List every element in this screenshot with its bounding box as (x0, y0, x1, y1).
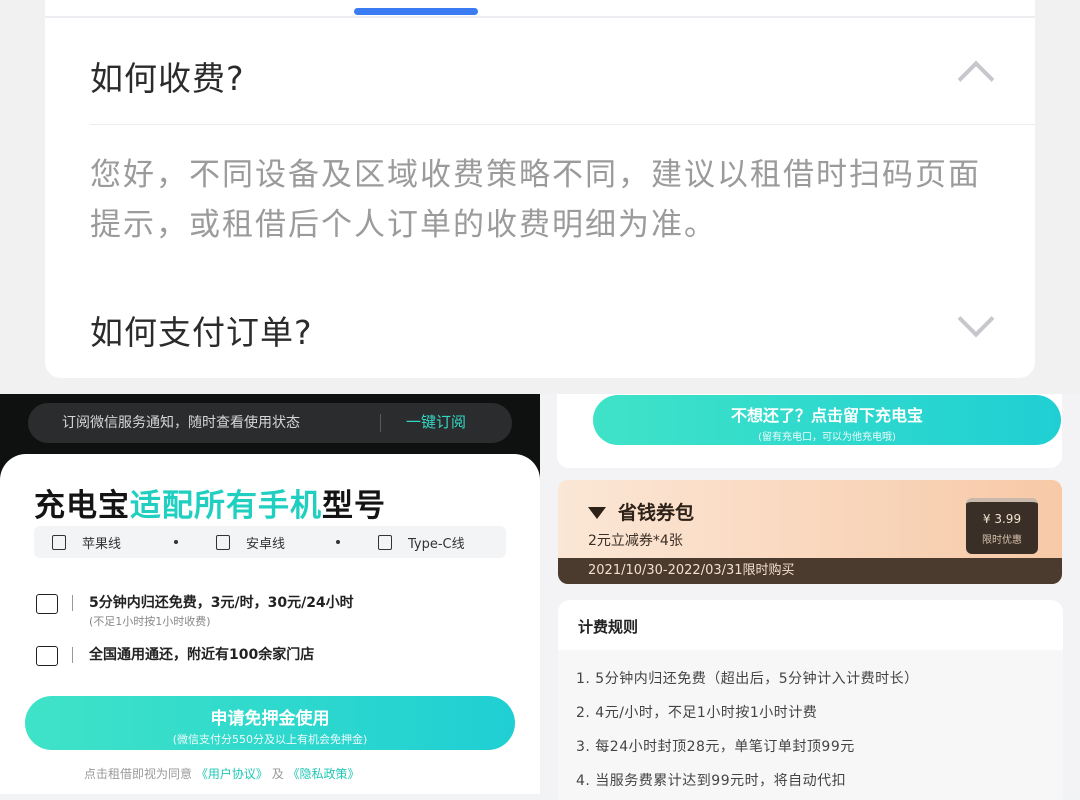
privacy-policy-link[interactable]: 《隐私政策》 (288, 767, 360, 781)
agreement-text: 点击租借即视为同意 《用户协议》 及 《隐私政策》 (84, 765, 360, 782)
apply-button-sub: (微信支付分550分及以上有机会免押金) (172, 733, 368, 746)
cable-separator-dot (336, 540, 340, 544)
user-agreement-link[interactable]: 《用户协议》 (196, 767, 268, 781)
cable-types-bar: 苹果线 安卓线 Type-C线 (34, 526, 506, 558)
cable-typec-label: Type-C线 (408, 537, 465, 552)
feature-stores-text: 全国通用通还，附近有100余家门店 (89, 647, 315, 663)
apply-deposit-free-button[interactable]: 申请免押金使用 (微信支付分550分及以上有机会免押金) (25, 696, 515, 750)
billing-rules-card: 计费规则 1. 5分钟内归还免费（超出后，5分钟计入计费时长） 2. 4元/小时… (558, 600, 1063, 800)
faq-question-payment[interactable]: 如何支付订单? (90, 306, 313, 354)
keep-button-label: 不想还了？点击留下充电宝 (730, 406, 923, 425)
agreement-prefix: 点击租借即视为同意 (84, 767, 193, 781)
cable-android: 安卓线 (216, 533, 285, 552)
building-icon (36, 646, 58, 666)
billing-rule-item: 1. 5分钟内归还免费（超出后，5分钟计入计费时长） (576, 671, 919, 687)
feature-pricing-text: 5分钟内归还免费，3元/时，30元/24小时 (89, 595, 354, 611)
billing-rule-item: 4. 当服务费累计达到99元时，将自动代扣 (576, 773, 847, 789)
headline-suffix: 型号 (322, 488, 386, 524)
keep-powerbank-button[interactable]: 不想还了？点击留下充电宝 (留有充电口，可以为他充电哦) (593, 395, 1061, 445)
faq-divider (90, 124, 1035, 125)
rental-panel: 订阅微信服务通知，随时查看使用状态 一键订阅 充电宝适配所有手机型号 苹果线 安… (0, 394, 540, 794)
faq-question-fees[interactable]: 如何收费? (90, 52, 245, 100)
cable-separator-dot (174, 540, 178, 544)
billing-rule-item: 2. 4元/小时，不足1小时按1小时计费 (576, 705, 818, 721)
subscribe-button[interactable]: 一键订阅 (406, 411, 466, 432)
cable-apple-label: 苹果线 (82, 537, 122, 552)
headline-prefix: 充电宝 (34, 488, 130, 524)
feature-stores: 全国通用通还，附近有100余家门店 (36, 644, 314, 666)
coupon-description: 2元立减券*4张 (588, 533, 683, 549)
diamond-icon (588, 506, 606, 519)
notice-separator (380, 414, 381, 432)
billing-rules-title: 计费规则 (578, 618, 639, 636)
keep-button-sub: (留有充电口，可以为他充电哦) (758, 432, 896, 443)
agreement-and: 及 (271, 767, 284, 781)
coupon-price-tag[interactable]: ¥ 3.99 限时优惠 (966, 498, 1038, 554)
lightning-cable-icon (52, 535, 66, 550)
rental-headline: 充电宝适配所有手机型号 (34, 480, 386, 525)
coupon-date-range: 2021/10/30-2022/03/31限时购买 (558, 558, 1062, 584)
coupon-price: ¥ 3.99 (982, 512, 1022, 526)
micro-usb-cable-icon (216, 535, 230, 550)
price-tag-icon (36, 594, 58, 614)
coupon-title: 省钱券包 (588, 498, 694, 525)
feature-pricing: 5分钟内归还免费，3元/时，30元/24小时 (不足1小时按1小时收费) (36, 592, 354, 629)
subscribe-notice-text: 订阅微信服务通知，随时查看使用状态 (62, 415, 300, 431)
coupon-title-text: 省钱券包 (618, 502, 695, 524)
billing-rules-body: 1. 5分钟内归还免费（超出后，5分钟计入计费时长） 2. 4元/小时，不足1小… (558, 650, 1063, 800)
feature-divider (72, 595, 73, 611)
coupon-price-note: 限时优惠 (982, 535, 1022, 546)
billing-rule-item: 3. 每24小时封顶28元，单笔订单封顶99元 (576, 739, 855, 755)
coupon-pack-card[interactable]: 省钱券包 2元立减券*4张 ¥ 3.99 限时优惠 2021/10/30-202… (558, 480, 1062, 584)
cable-apple: 苹果线 (52, 533, 121, 552)
faq-panel: 如何收费? 您好，不同设备及区域收费策略不同，建议以租借时扫码页面提示，或租借后… (0, 0, 1080, 394)
apply-button-label: 申请免押金使用 (210, 709, 330, 729)
faq-tab-bar (45, 0, 1035, 18)
feature-divider (72, 647, 73, 663)
rental-sheet: 充电宝适配所有手机型号 苹果线 安卓线 Type-C线 5分钟内归还免费，3元/… (0, 454, 540, 794)
cable-android-label: 安卓线 (246, 537, 286, 552)
headline-highlight: 适配所有手机 (130, 488, 322, 524)
keep-powerbank-card: 不想还了？点击留下充电宝 (留有充电口，可以为他充电哦) (557, 394, 1062, 468)
order-panel: 不想还了？点击留下充电宝 (留有充电口，可以为他充电哦) 省钱券包 2元立减券*… (540, 394, 1080, 800)
subscribe-notice-bar: 订阅微信服务通知，随时查看使用状态 一键订阅 (28, 403, 512, 443)
faq-answer-fees: 您好，不同设备及区域收费策略不同，建议以租借时扫码页面提示，或租借后个人订单的收… (90, 157, 981, 243)
feature-pricing-sub: (不足1小时按1小时收费) (89, 615, 211, 628)
cable-typec: Type-C线 (378, 533, 465, 552)
active-tab-indicator (354, 8, 478, 15)
type-c-cable-icon (378, 535, 392, 550)
